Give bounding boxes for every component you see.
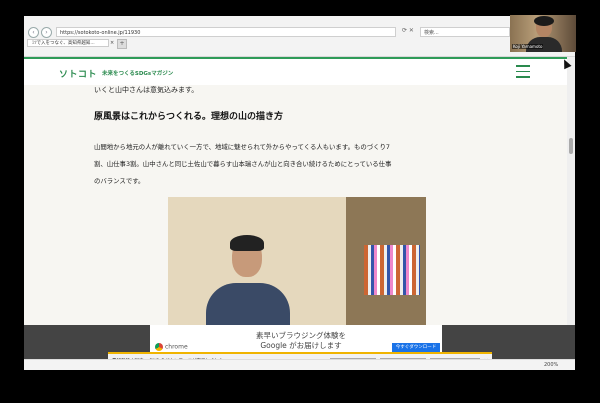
address-bar[interactable]: https://sotokoto-online.jp/11930: [56, 27, 396, 37]
article-content: いくと山中さんは意気込みます。 原風景はこれからつくれる。理想の山の描き方 山間…: [24, 85, 575, 325]
chrome-icon: [155, 343, 163, 351]
refresh-icon[interactable]: ⟳ ✕: [402, 27, 414, 34]
site-header: ソトコト 未来をつくるSDGsマガジン: [24, 57, 575, 85]
site-logo[interactable]: ソトコト: [59, 67, 97, 80]
search-input[interactable]: 検索...: [420, 27, 510, 37]
close-tab-icon[interactable]: ×: [110, 40, 114, 46]
zoom-level[interactable]: 200%: [544, 362, 558, 368]
article-body: 山間地から地元の人が離れていく一方で、地域に魅せられて外からやってくる人もいます…: [94, 139, 494, 190]
article-line: 山間地から地元の人が離れていく一方で、地域に魅せられて外からやってくる人もいます…: [94, 143, 390, 151]
scrollbar[interactable]: [567, 57, 575, 359]
section-heading: 原風景はこれからつくれる。理想の山の描き方: [94, 112, 284, 122]
menu-bar: ファイル(F) 編集(E) 表示(V) お気に入り(A) ツール(T) ヘルプ(…: [24, 48, 575, 65]
webcam-name-label: Koji Yamamoto: [512, 44, 544, 49]
browser-toolbar: ‹ › https://sotokoto-online.jp/11930 ⟳ ✕…: [24, 16, 575, 65]
tab-active[interactable]: ﾐﾂで入をつなぐ、高知県越知...: [27, 39, 109, 47]
tab-row: ﾐﾂで入をつなぐ、高知県越知... × +: [24, 38, 575, 49]
webcam-overlay: Koji Yamamoto: [510, 15, 576, 52]
article-photo: [168, 197, 426, 325]
status-bar: 200%: [24, 359, 575, 370]
forward-button[interactable]: ›: [41, 27, 52, 38]
browser-window: ‹ › https://sotokoto-online.jp/11930 ⟳ ✕…: [24, 16, 575, 370]
article-line: 割、山仕事3割。山中さんと同じ土佐山で暮らす山本瑞さんが山と向き合い続けるために…: [94, 160, 392, 168]
back-button[interactable]: ‹: [28, 27, 39, 38]
chrome-logo: chrome: [155, 343, 188, 351]
article-paragraph: いくと山中さんは意気込みます。: [94, 86, 199, 94]
site-tagline: 未来をつくるSDGsマガジン: [102, 71, 174, 77]
hamburger-menu-icon[interactable]: [516, 65, 530, 78]
scrollbar-thumb[interactable]: [569, 138, 573, 154]
article-line: のバランスです。: [94, 177, 145, 185]
ad-headline: 素早いブラウジング体験を Google がお届けします: [256, 331, 346, 350]
